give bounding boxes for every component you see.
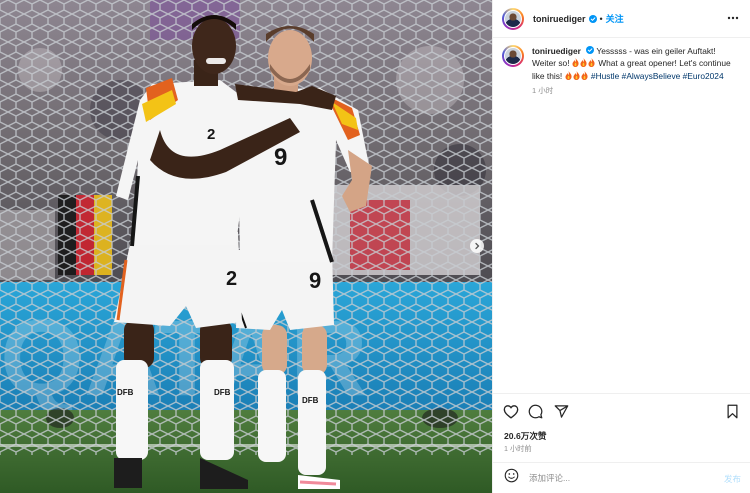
photo-illustration: QATAR [0,0,492,493]
fire-icon [573,70,580,80]
header-separator: • [599,13,603,24]
post-sidebar: toniruediger • 关注 toniruediger Yesssss -… [492,0,750,493]
post-photo[interactable]: QATAR [0,0,492,493]
caption-avatar[interactable] [502,45,524,67]
fire-icon [580,58,587,68]
chevron-right-icon [475,242,480,250]
verified-badge-icon [588,14,597,23]
post-actions: 20.6万次赞 1 小时前 [493,393,750,463]
sock-badge-middle: DFB [214,388,231,397]
caption-block: toniruediger Yesssss - was ein geiler Au… [502,45,742,97]
ellipsis-icon [727,16,739,20]
jersey-number-2-chest: 2 [207,126,216,143]
comment-icon [528,404,543,419]
share-icon [554,405,569,418]
hashtag-hustle[interactable]: #Hustle [591,71,619,81]
share-button[interactable] [554,404,569,424]
instagram-post-view: QATAR [0,0,750,493]
fire-icon [581,70,588,80]
fire-icon [588,58,595,68]
like-button[interactable] [503,404,519,424]
comment-bar: 发布 [493,462,750,493]
fire-icon [565,70,572,80]
comment-input[interactable] [529,473,699,483]
jersey-number-9-chest: 9 [274,144,288,171]
bookmark-icon [727,404,738,419]
caption-verified-icon [586,46,595,54]
caption-timestamp: 1 小时 [532,85,554,95]
fire-icon [572,58,579,68]
save-button[interactable] [726,404,739,424]
post-comment-button[interactable]: 发布 [724,473,741,485]
hashtag-euro2024[interactable]: #Euro2024 [683,71,724,81]
post-header: toniruediger • 关注 [493,0,750,38]
caption-username[interactable]: toniruediger [532,46,581,56]
comment-button[interactable] [528,404,543,424]
hashtag-alwaysbelieve[interactable]: #AlwaysBelieve [622,71,681,81]
fire-emojis-2 [565,70,591,81]
carousel-next-button[interactable] [470,239,484,253]
sock-badge-left: DFB [117,388,134,397]
emoji-icon [504,468,519,483]
author-username[interactable]: toniruediger [533,14,586,24]
sock-badge-right: DFB [302,396,319,405]
follow-button[interactable]: 关注 [606,12,624,25]
post-timestamp[interactable]: 1 小时前 [504,444,532,454]
heart-icon [503,405,519,419]
like-count[interactable]: 20.6万次赞 [504,430,547,442]
jersey-number-2-shorts: 2 [226,268,238,290]
emoji-button[interactable] [504,468,519,488]
jersey-number-9-shorts: 9 [309,268,322,293]
caption-text: toniruediger Yesssss - was ein geiler Au… [532,45,737,97]
author-avatar[interactable] [502,7,524,30]
more-options-button[interactable] [727,11,739,29]
fire-emojis-1 [572,58,598,68]
